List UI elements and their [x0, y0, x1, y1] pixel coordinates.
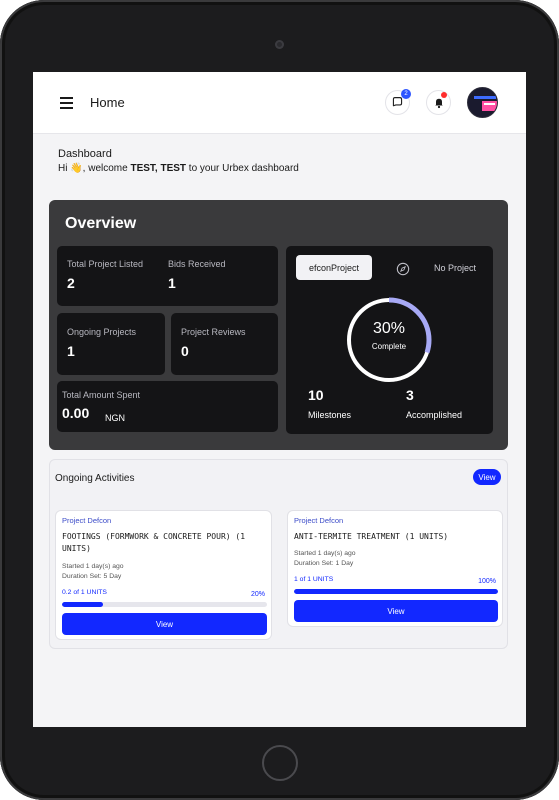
milestones-label: Milestones [308, 410, 352, 420]
avatar[interactable] [467, 87, 498, 118]
project-progress-panel: efconProject No Project 30% Complete 10 … [286, 246, 493, 434]
total-project-listed-label: Total Project Listed [67, 259, 144, 269]
activity-project: Project Defcon [62, 516, 112, 525]
notification-dot [441, 92, 447, 98]
activity-units: 0.2 of 1 UNITS [62, 589, 107, 596]
camera [275, 40, 284, 49]
ongoing-projects-label: Ongoing Projects [67, 327, 137, 337]
activity-view-button[interactable]: View [62, 613, 267, 635]
total-amount-label: Total Amount Spent [62, 390, 141, 400]
welcome-message: Hi 👋, welcome TEST, TEST to your Urbex d… [58, 163, 299, 174]
top-header: Home 2 [33, 72, 526, 134]
activity-started: Started 1 day(s) ago [294, 550, 356, 557]
activity-percent: 100% [478, 578, 496, 585]
page-title: Home [90, 95, 125, 110]
currency-label: NGN [105, 413, 125, 423]
user-name: TEST, TEST [130, 163, 187, 174]
menu-icon[interactable] [60, 97, 73, 109]
welcome-suffix: to your Urbex dashboard [186, 163, 299, 174]
activity-units: 1 of 1 UNITS [294, 576, 334, 583]
progress-percent: 30% [372, 320, 406, 337]
welcome-prefix: Hi 👋, welcome [58, 163, 131, 174]
project-reviews-label: Project Reviews [181, 327, 246, 337]
project-selector[interactable]: efconProject [296, 255, 372, 280]
overview-title: Overview [65, 215, 137, 232]
overview-card: Overview Total Project Listed 2 Bids Rec… [49, 200, 508, 450]
activity-name: FOOTINGS (FORMWORK & CONCRETE POUR) (1 U… [62, 532, 246, 553]
total-amount-value: 0.00 [62, 405, 90, 421]
ongoing-activities-title: Ongoing Activities [55, 473, 135, 484]
milestones-value: 10 [308, 387, 324, 403]
progress-label: Complete [371, 342, 407, 351]
bell-icon[interactable] [426, 90, 451, 115]
accomplished-label: Accomplished [406, 410, 463, 420]
ongoing-projects-box: Ongoing Projects 1 [57, 313, 165, 375]
activity-view-button[interactable]: View [294, 600, 498, 622]
activity-card: Project Defcon ANTI-TERMITE TREATMENT (1… [287, 510, 503, 627]
bids-received-label: Bids Received [168, 259, 226, 269]
view-all-button[interactable]: View [473, 469, 501, 485]
activity-card: Project Defcon FOOTINGS (FORMWORK & CONC… [55, 510, 272, 640]
activity-progress-bar [294, 589, 498, 594]
activity-percent: 20% [250, 591, 265, 598]
activity-duration: Duration Set: 5 Day [62, 573, 122, 580]
accomplished-value: 3 [406, 387, 414, 403]
ongoing-projects-value: 1 [67, 343, 75, 359]
activity-project: Project Defcon [294, 516, 344, 525]
dashboard-title: Dashboard [58, 148, 112, 160]
tablet-frame: Home 2 Dashboard Hi 👋, welcome TEST, TES [0, 0, 559, 800]
activity-progress-fill [294, 589, 498, 594]
activity-duration: Duration Set: 1 Day [294, 560, 354, 567]
total-project-listed-value: 2 [67, 275, 75, 291]
no-project-label: No Project [434, 263, 477, 273]
activity-started: Started 1 day(s) ago [62, 563, 124, 570]
progress-ring [346, 297, 432, 383]
bids-received-value: 1 [168, 275, 176, 291]
project-reviews-box: Project Reviews 0 [171, 313, 278, 375]
activity-progress-bar [62, 602, 267, 607]
ongoing-activities-panel: Ongoing Activities View Project Defcon F… [49, 459, 508, 649]
project-reviews-value: 0 [181, 343, 189, 359]
chat-badge: 2 [401, 89, 411, 99]
total-amount-box: Total Amount Spent 0.00 NGN [57, 381, 278, 432]
home-button[interactable] [262, 745, 298, 781]
chat-icon[interactable]: 2 [385, 89, 411, 115]
compass-icon[interactable] [396, 262, 410, 276]
projects-bids-box: Total Project Listed 2 Bids Received 1 [57, 246, 278, 306]
activity-progress-fill [62, 602, 103, 607]
app-screen: Home 2 Dashboard Hi 👋, welcome TEST, TES [33, 72, 526, 727]
activity-name: ANTI-TERMITE TREATMENT (1 UNITS) [294, 532, 449, 541]
